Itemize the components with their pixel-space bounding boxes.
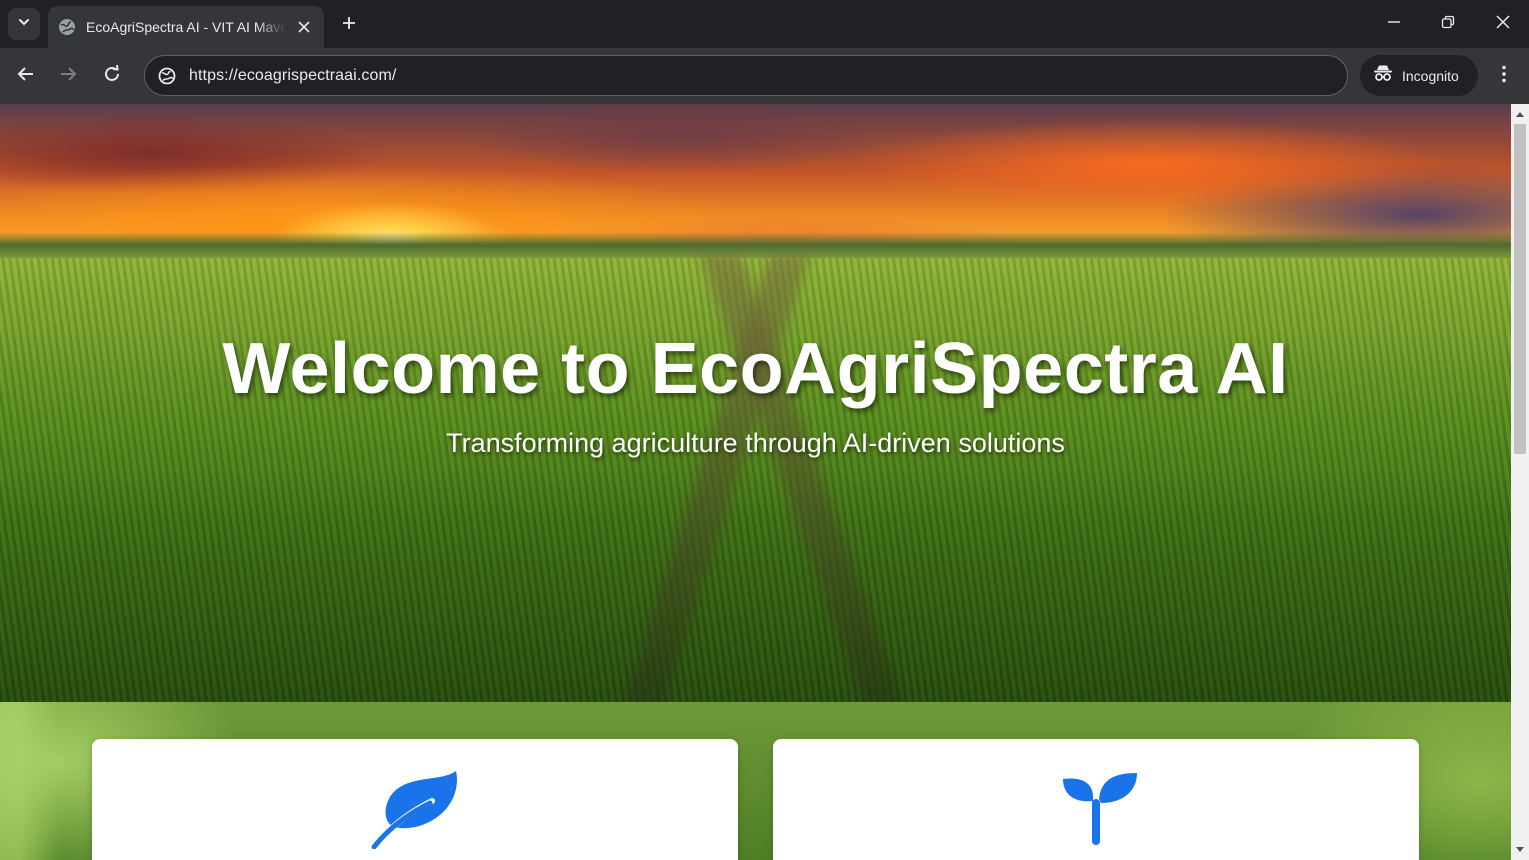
scroll-down-arrow-icon[interactable] <box>1511 842 1529 858</box>
reload-button[interactable] <box>96 60 128 92</box>
browser-toolbar: https://ecoagrispectraai.com/ Incognito <box>0 48 1529 104</box>
horizon-line <box>0 232 1511 258</box>
url-text: https://ecoagrispectraai.com/ <box>189 66 397 84</box>
plus-icon <box>341 15 357 36</box>
minimize-button[interactable] <box>1372 6 1416 42</box>
incognito-icon <box>1373 64 1393 87</box>
feature-card[interactable] <box>773 739 1419 860</box>
hero-title: Welcome to EcoAgriSpectra AI <box>222 329 1289 409</box>
globe-icon <box>58 18 76 36</box>
scroll-up-arrow-icon[interactable] <box>1511 106 1529 122</box>
leaf-icon <box>370 769 460 849</box>
minimize-icon <box>1387 15 1401 34</box>
site-info-icon[interactable] <box>147 56 187 96</box>
close-window-button[interactable] <box>1481 6 1525 42</box>
browser-menu-button[interactable] <box>1490 60 1518 92</box>
forward-arrow-icon <box>59 65 77 88</box>
tab-title: EcoAgriSpectra AI - VIT AI Maverick <box>86 19 286 35</box>
hero-section: Welcome to EcoAgriSpectra AI Transformin… <box>0 104 1511 702</box>
scrollbar-thumb[interactable] <box>1514 124 1526 454</box>
incognito-label: Incognito <box>1402 67 1459 84</box>
restore-button[interactable] <box>1426 6 1470 42</box>
close-icon[interactable] <box>294 17 314 37</box>
hero-text-block: Welcome to EcoAgriSpectra AI Transformin… <box>0 324 1511 459</box>
seedling-icon <box>1051 769 1141 849</box>
page-viewport: Welcome to EcoAgriSpectra AI Transformin… <box>0 104 1511 860</box>
reload-icon <box>103 64 121 88</box>
kebab-menu-icon <box>1502 65 1506 88</box>
restore-icon <box>1441 15 1455 34</box>
new-tab-button[interactable] <box>336 12 362 38</box>
back-arrow-icon <box>17 65 35 88</box>
back-button[interactable] <box>10 60 42 92</box>
page-scrollbar[interactable] <box>1511 104 1529 860</box>
tab-strip: EcoAgriSpectra AI - VIT AI Maverick <box>0 0 1529 48</box>
feature-card[interactable] <box>92 739 738 860</box>
address-bar[interactable]: https://ecoagrispectraai.com/ <box>144 55 1348 96</box>
chevron-down-icon <box>17 15 31 34</box>
tab-search-button[interactable] <box>8 8 40 40</box>
close-icon <box>1496 14 1510 34</box>
forward-button[interactable] <box>52 60 84 92</box>
hero-subtitle: Transforming agriculture through AI-driv… <box>446 428 1065 458</box>
incognito-indicator[interactable]: Incognito <box>1360 55 1478 96</box>
active-tab[interactable]: EcoAgriSpectra AI - VIT AI Maverick <box>48 6 324 48</box>
